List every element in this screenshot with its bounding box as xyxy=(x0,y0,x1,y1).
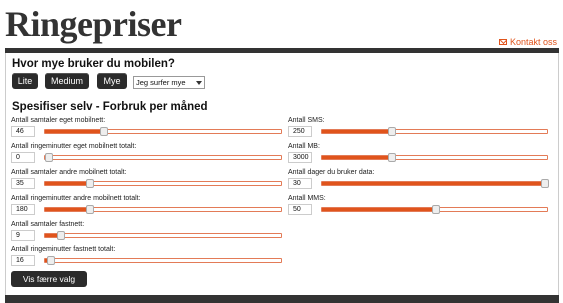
usage-heading: Hvor mye bruker du mobilen? xyxy=(12,58,175,70)
custom-heading: Spesifiser selv - Forbruk per måned xyxy=(12,101,208,113)
frame-left xyxy=(5,53,6,295)
slider-handle[interactable] xyxy=(86,205,95,214)
field-label: Antall ringeminutter andre mobilnett tot… xyxy=(11,195,141,202)
field-input[interactable]: 50 xyxy=(288,204,312,215)
show-fewer-button[interactable]: Vis færre valg xyxy=(11,271,87,287)
mail-icon xyxy=(498,39,507,45)
field-label: Antall samtaler eget mobilnett: xyxy=(11,117,106,124)
slider-fill xyxy=(322,156,392,159)
field-input[interactable]: 46 xyxy=(11,126,35,137)
field-slider[interactable] xyxy=(44,179,282,188)
usage-button-mye[interactable]: Mye xyxy=(97,73,127,89)
field-slider[interactable] xyxy=(44,205,282,214)
field-input[interactable]: 9 xyxy=(11,230,35,241)
slider-handle[interactable] xyxy=(47,256,56,265)
slider-fill xyxy=(322,208,436,211)
field-input[interactable]: 35 xyxy=(11,178,35,189)
field-slider[interactable] xyxy=(44,127,282,136)
field-label: Antall dager du bruker data: xyxy=(288,169,375,176)
slider-fill xyxy=(322,182,545,185)
usage-select[interactable]: Jeg surfer mye xyxy=(133,76,205,89)
field-input[interactable]: 3000 xyxy=(288,152,312,163)
field-label: Antall SMS: xyxy=(288,117,325,124)
field-slider[interactable] xyxy=(44,231,282,240)
contact-link[interactable]: Kontakt oss xyxy=(498,37,557,47)
slider-handle[interactable] xyxy=(431,205,440,214)
chevron-down-icon xyxy=(196,81,202,85)
field-input[interactable]: 0 xyxy=(11,152,35,163)
field-label: Antall MMS: xyxy=(288,195,326,202)
field-slider[interactable] xyxy=(321,127,548,136)
bottom-divider xyxy=(5,295,559,303)
slider-fill xyxy=(45,130,105,133)
slider-fill xyxy=(45,208,91,211)
top-divider xyxy=(5,48,559,53)
slider-handle[interactable] xyxy=(56,231,65,240)
field-label: Antall samtaler fastnett: xyxy=(11,221,85,228)
field-slider[interactable] xyxy=(44,153,282,162)
field-label: Antall ringeminutter fastnett totalt: xyxy=(11,246,116,253)
field-input[interactable]: 250 xyxy=(288,126,312,137)
slider-fill xyxy=(45,182,91,185)
slider-handle[interactable] xyxy=(387,127,396,136)
usage-button-lite[interactable]: Lite xyxy=(12,73,38,89)
field-slider[interactable] xyxy=(321,179,549,188)
slider-fill xyxy=(322,130,392,133)
field-input[interactable]: 180 xyxy=(11,204,35,215)
slider-handle[interactable] xyxy=(387,153,396,162)
contact-label[interactable]: Kontakt oss xyxy=(510,37,557,47)
field-label: Antall MB: xyxy=(288,143,320,150)
slider-handle[interactable] xyxy=(541,179,549,188)
field-label: Antall samtaler andre mobilnett totalt: xyxy=(11,169,127,176)
field-slider[interactable] xyxy=(44,256,282,265)
slider-handle[interactable] xyxy=(45,153,53,162)
slider-handle[interactable] xyxy=(86,179,95,188)
frame-right xyxy=(558,53,559,295)
field-label: Antall ringeminutter eget mobilnett tota… xyxy=(11,143,137,150)
page-title: Ringepriser xyxy=(5,4,182,44)
field-input[interactable]: 16 xyxy=(11,255,35,266)
slider-handle[interactable] xyxy=(100,127,109,136)
usage-select-value: Jeg surfer mye xyxy=(136,78,186,87)
field-input[interactable]: 30 xyxy=(288,178,312,189)
usage-button-medium[interactable]: Medium xyxy=(45,73,89,89)
field-slider[interactable] xyxy=(321,153,548,162)
field-slider[interactable] xyxy=(321,205,548,214)
